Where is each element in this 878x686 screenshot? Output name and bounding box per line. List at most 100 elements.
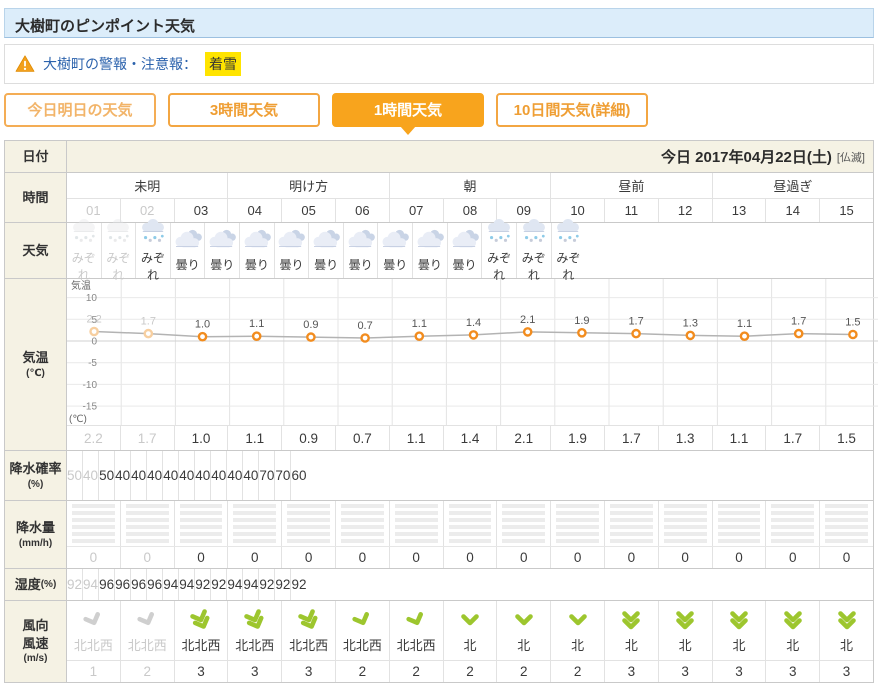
row-label-date: 日付 xyxy=(5,141,67,172)
tab-3hour[interactable]: 3時間天気 xyxy=(168,93,320,127)
row-wind: 風向 風速 (m/s) 北北西北北西北北西北北西北北西北北西北北西北北北北北北北… xyxy=(5,600,873,682)
date-note: [仏滅] xyxy=(837,149,865,165)
tab-today-tomorrow[interactable]: 今日明日の天気 xyxy=(4,93,156,127)
temp-point-label: 1.3 xyxy=(683,317,698,329)
y-tick-label: -10 xyxy=(83,380,98,391)
row-precipitation: 降水量 (mm/h) 000000000000000 xyxy=(5,500,873,568)
wind-direction-icon xyxy=(401,604,431,636)
precip-bar-cell xyxy=(227,501,281,546)
tab-1hour[interactable]: 1時間天気 xyxy=(332,93,484,127)
temp-point xyxy=(795,330,802,337)
row-label-weather: 天気 xyxy=(5,223,67,278)
temp-value-cell: 0.7 xyxy=(335,426,389,450)
period-cell: 未明 xyxy=(67,173,227,198)
weather-icon xyxy=(345,228,377,255)
precip-bar-cell xyxy=(765,501,819,546)
temp-point xyxy=(524,328,531,335)
humidity-cell: 96 xyxy=(130,569,146,600)
precip-value-cell: 0 xyxy=(227,547,281,568)
humidity-cell: 94 xyxy=(82,569,98,600)
sleet-icon xyxy=(518,219,550,245)
pop-cell: 40 xyxy=(82,451,98,500)
humidity-cell: 94 xyxy=(178,569,194,600)
precip-bar-cell xyxy=(67,501,120,546)
cloud-icon xyxy=(206,228,238,252)
humidity-cell: 92 xyxy=(290,569,306,600)
wind-speed-cells: 123332222233333 xyxy=(67,660,873,682)
wind-direction-icon xyxy=(620,607,642,633)
wind-cell: 北北西 xyxy=(120,601,174,660)
row-weather: 天気 みぞれ みぞれ みぞれ 曇り 曇り 曇り 曇り xyxy=(5,222,873,278)
wind-chevron-icon xyxy=(782,610,804,631)
wind-cell: 北 xyxy=(550,601,604,660)
wind-speed-cell: 2 xyxy=(550,661,604,682)
wind-direction-label: 北 xyxy=(463,635,476,654)
humidity-cell: 92 xyxy=(258,569,274,600)
temp-value-cell: 0.9 xyxy=(281,426,335,450)
weather-icon xyxy=(379,228,411,255)
wind-speed-cell: 3 xyxy=(174,661,228,682)
wind-cell: 北北西 xyxy=(389,601,443,660)
wind-speed-cell: 2 xyxy=(496,661,550,682)
hour-cell: 04 xyxy=(227,199,281,222)
date-cell: 今日 2017年04月22日(土) [仏滅] xyxy=(67,141,873,172)
date-value: 今日 2017年04月22日(土) xyxy=(661,146,832,167)
wind-direction-icon xyxy=(782,607,804,633)
precip-bar-area xyxy=(449,504,492,544)
humidity-cells: 929496969696949492929494929292 xyxy=(67,569,306,600)
temp-value-cell: 1.1 xyxy=(227,426,281,450)
chart-ylabel-bottom: (℃) xyxy=(69,414,87,425)
hour-cell: 12 xyxy=(658,199,712,222)
temp-point xyxy=(578,329,585,336)
row-label-humidity: 湿度 (%) xyxy=(5,569,67,600)
temp-value-cell: 1.5 xyxy=(819,426,873,450)
weather-label: 曇り xyxy=(383,256,407,273)
weather-label: みぞれ xyxy=(136,249,170,283)
pop-cell: 60 xyxy=(290,451,306,500)
row-humidity: 湿度 (%) 929496969696949492929494929292 xyxy=(5,568,873,600)
wind-speed-cell: 3 xyxy=(281,661,335,682)
warning-badge[interactable]: 着雪 xyxy=(205,52,241,76)
pop-cell: 40 xyxy=(210,451,226,500)
temp-value-cell: 1.7 xyxy=(120,426,174,450)
temp-point-label: 1.7 xyxy=(791,316,806,328)
temp-point xyxy=(253,333,260,340)
period-cell: 明け方 xyxy=(227,173,388,198)
humidity-cell: 94 xyxy=(162,569,178,600)
temp-point-label: 1.0 xyxy=(195,319,210,331)
wind-cell: 北北西 xyxy=(281,601,335,660)
temp-point xyxy=(416,333,423,340)
wind-cell: 北 xyxy=(765,601,819,660)
weather-icon xyxy=(137,219,169,248)
weather-label: 曇り xyxy=(279,256,303,273)
sleet-icon xyxy=(483,219,515,245)
row-label-temperature: 気温 (℃) xyxy=(5,279,67,450)
precip-bar-area xyxy=(233,504,276,544)
temp-label-unit: (℃) xyxy=(26,367,45,381)
warning-link[interactable]: 大樹町の警報・注意報： xyxy=(43,54,197,74)
pop-cell: 50 xyxy=(98,451,114,500)
weather-label: みぞれ xyxy=(517,249,551,283)
wind-chevron-icon xyxy=(728,610,750,631)
weather-cell: みぞれ xyxy=(67,223,101,278)
precip-value-cell: 0 xyxy=(819,547,873,568)
row-label-precipitation: 降水量 (mm/h) xyxy=(5,501,67,568)
temp-point-label: 0.7 xyxy=(357,320,372,332)
weather-cell: みぞれ xyxy=(135,223,170,278)
weather-cell: 曇り xyxy=(170,223,205,278)
temp-point xyxy=(741,333,748,340)
cloud-icon xyxy=(449,228,481,252)
temp-point xyxy=(633,330,640,337)
precipitation-bars xyxy=(67,501,873,546)
wind-direction-icon xyxy=(186,604,216,636)
temp-value-cell: 2.2 xyxy=(67,426,120,450)
wind-cell: 北北西 xyxy=(335,601,389,660)
precip-bar-cell xyxy=(658,501,712,546)
humidity-cell: 92 xyxy=(210,569,226,600)
tab-10day[interactable]: 10日間天気(詳細) xyxy=(496,93,648,127)
wind-direction-icon xyxy=(513,607,535,633)
temp-value-cell: 1.4 xyxy=(443,426,497,450)
temp-point xyxy=(470,331,477,338)
pop-cell: 40 xyxy=(226,451,242,500)
tab-bar: 今日明日の天気 3時間天気 1時間天気 10日間天気(詳細) xyxy=(4,93,874,130)
